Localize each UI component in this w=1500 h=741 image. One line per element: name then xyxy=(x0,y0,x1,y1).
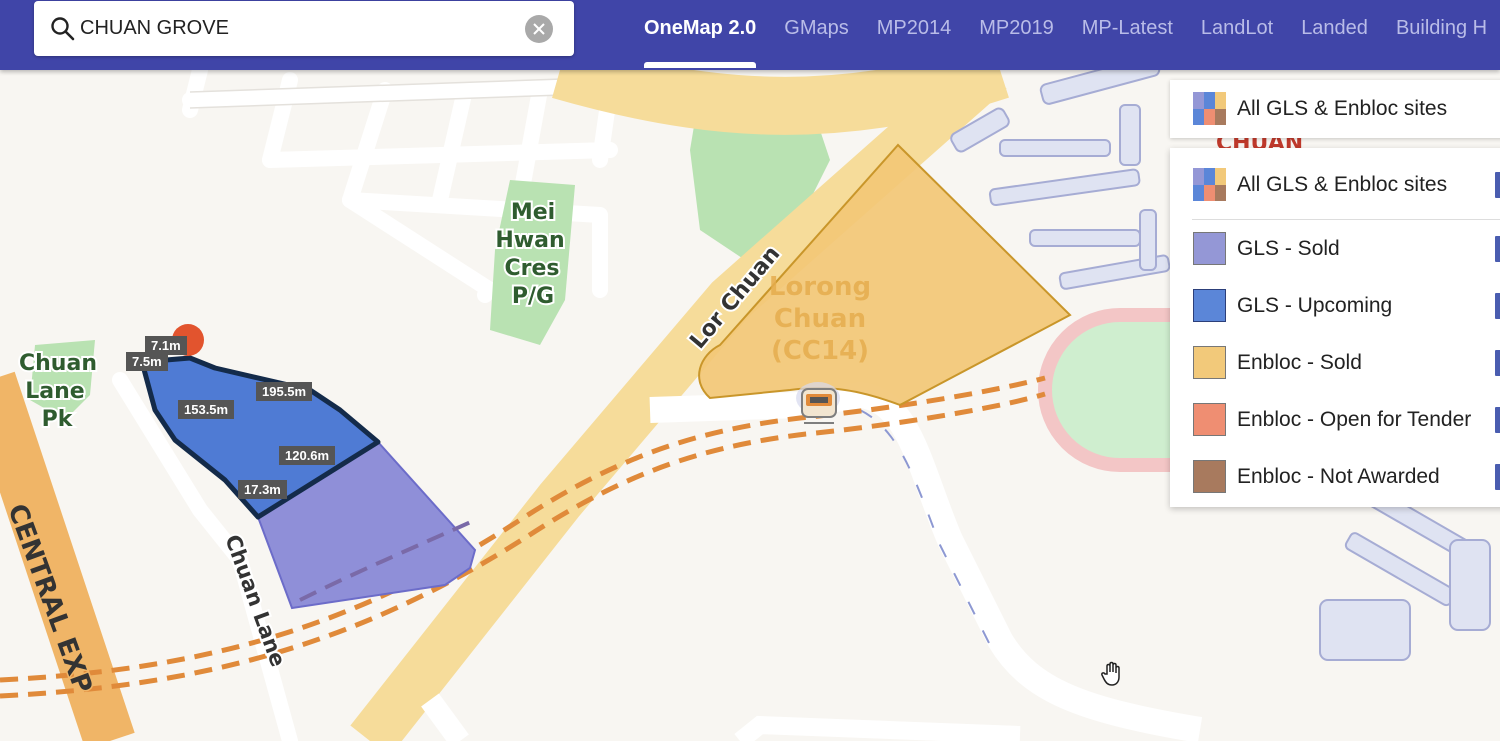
svg-text:Lane: Lane xyxy=(25,379,84,404)
checkbox-icon[interactable] xyxy=(1495,407,1500,433)
legend-item-enbloc-open[interactable]: Enbloc - Open for Tender xyxy=(1170,395,1500,445)
layers-multi-swatch xyxy=(1193,92,1226,125)
top-bar: OneMap 2.0 GMaps MP2014 MP2019 MP-Latest… xyxy=(0,0,1500,70)
legend-label: Enbloc - Open for Tender xyxy=(1237,408,1472,431)
legend-item-all[interactable]: All GLS & Enbloc sites xyxy=(1170,160,1500,210)
search-input[interactable] xyxy=(80,9,510,47)
swatch-gls-upcoming xyxy=(1193,289,1226,322)
svg-text:Cres: Cres xyxy=(504,256,559,281)
tab-mp-latest[interactable]: MP-Latest xyxy=(1068,0,1187,70)
tab-mp2014[interactable]: MP2014 xyxy=(863,0,966,70)
station-label-lorong-chuan: Lorong Chuan (CC14) xyxy=(769,272,871,366)
legend-label: All GLS & Enbloc sites xyxy=(1237,173,1448,196)
multi-swatch-icon xyxy=(1193,168,1226,201)
legend-label: Enbloc - Not Awarded xyxy=(1237,465,1440,488)
tab-landlot[interactable]: LandLot xyxy=(1187,0,1287,70)
svg-text:Chuan: Chuan xyxy=(19,351,97,376)
svg-text:Chuan: Chuan xyxy=(774,304,866,334)
svg-text:P/G: P/G xyxy=(512,284,554,309)
legend-panel: All GLS & Enbloc sites GLS - Sold GLS - … xyxy=(1170,148,1500,507)
legend-label: Enbloc - Sold xyxy=(1237,351,1362,374)
legend-item-enbloc-not-awarded[interactable]: Enbloc - Not Awarded xyxy=(1170,452,1500,502)
swatch-gls-sold xyxy=(1193,232,1226,265)
swatch-enbloc-not-awarded xyxy=(1193,460,1226,493)
legend-item-gls-sold[interactable]: GLS - Sold xyxy=(1170,224,1500,274)
measure-label: 17.3m xyxy=(238,480,287,499)
svg-text:(CC14): (CC14) xyxy=(771,336,869,366)
svg-text:Lorong: Lorong xyxy=(769,272,871,302)
measure-label: 153.5m xyxy=(178,400,235,419)
nav-tabs: OneMap 2.0 GMaps MP2014 MP2019 MP-Latest… xyxy=(630,0,1500,70)
search-box[interactable] xyxy=(34,1,574,56)
tab-landed[interactable]: Landed xyxy=(1287,0,1382,70)
svg-text:Pk: Pk xyxy=(42,407,74,432)
layer-toggle-button[interactable]: All GLS & Enbloc sites xyxy=(1170,80,1500,138)
layer-toggle-label: All GLS & Enbloc sites xyxy=(1237,97,1448,120)
tab-building[interactable]: Building H xyxy=(1382,0,1500,70)
checkbox-icon[interactable] xyxy=(1495,172,1500,198)
checkbox-icon[interactable] xyxy=(1495,350,1500,376)
legend-item-gls-upcoming[interactable]: GLS - Upcoming xyxy=(1170,281,1500,331)
checkbox-icon[interactable] xyxy=(1495,464,1500,490)
legend-label: GLS - Upcoming xyxy=(1237,294,1393,317)
clear-search-button[interactable] xyxy=(525,15,553,43)
legend-item-enbloc-sold[interactable]: Enbloc - Sold xyxy=(1170,338,1500,388)
tab-gmaps[interactable]: GMaps xyxy=(770,0,862,70)
legend-label: GLS - Sold xyxy=(1237,237,1340,260)
close-icon xyxy=(533,23,545,35)
checkbox-icon[interactable] xyxy=(1495,293,1500,319)
measure-label: 7.5m xyxy=(126,352,168,371)
swatch-enbloc-sold xyxy=(1193,346,1226,379)
search-icon xyxy=(51,17,75,41)
checkbox-icon[interactable] xyxy=(1495,236,1500,262)
tab-mp2019[interactable]: MP2019 xyxy=(965,0,1068,70)
svg-text:Mei: Mei xyxy=(511,200,555,225)
tab-onemap[interactable]: OneMap 2.0 xyxy=(630,0,770,70)
swatch-enbloc-open xyxy=(1193,403,1226,436)
svg-text:Hwan: Hwan xyxy=(495,228,564,253)
hand-cursor-icon xyxy=(1101,661,1120,686)
measure-label: 195.5m xyxy=(256,382,313,401)
measure-label: 120.6m xyxy=(279,446,336,465)
legend-divider xyxy=(1192,219,1500,220)
